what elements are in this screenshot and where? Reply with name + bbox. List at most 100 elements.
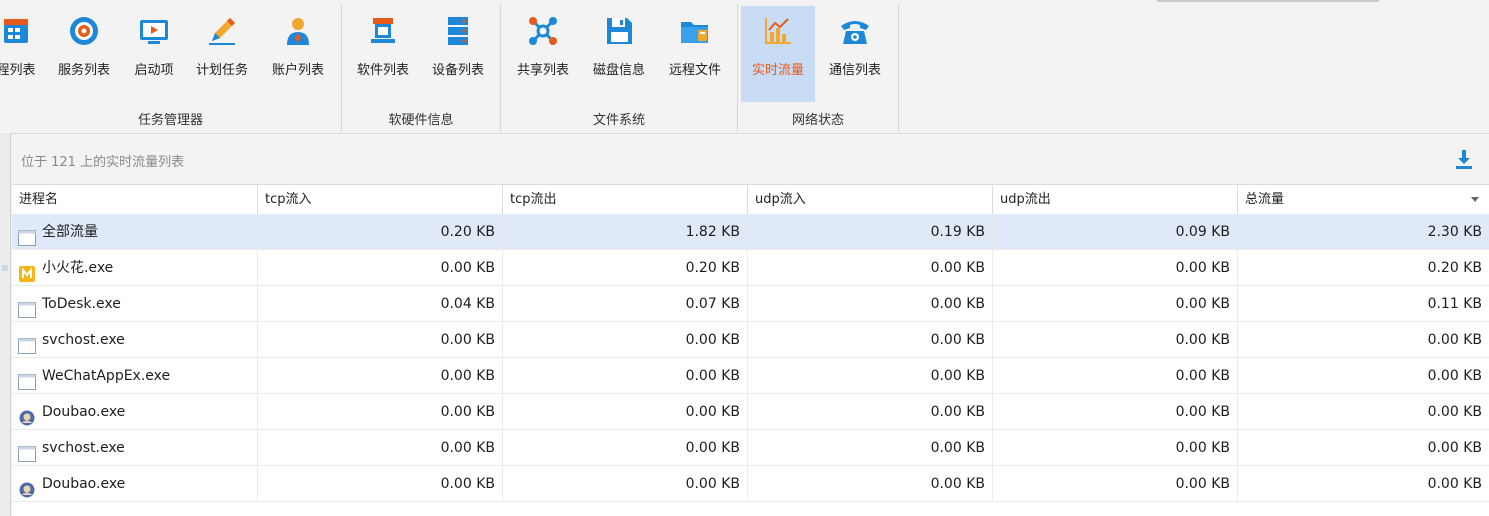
col-header-total[interactable]: 总流量 xyxy=(1238,185,1489,214)
cell-udp-in: 0.00 KB xyxy=(748,358,993,394)
cell-udp-out: 0.00 KB xyxy=(993,394,1238,430)
table-row[interactable]: svchost.exe 0.00 KB 0.00 KB 0.00 KB 0.00 KB 0… xyxy=(12,430,1489,466)
panel-header: 位于 121 上的实时流量列表 xyxy=(12,134,1489,184)
col-header-tcp-in[interactable]: tcp流入 xyxy=(258,185,503,214)
process-name: ToDesk.exe xyxy=(42,296,121,312)
services-label: 服务列表 xyxy=(57,63,110,78)
window-icon xyxy=(18,368,36,390)
disk-info-button[interactable]: 磁盘信息 xyxy=(583,6,655,102)
table-row[interactable]: svchost.exe 0.00 KB 0.00 KB 0.00 KB 0.00 KB 0… xyxy=(12,322,1489,358)
col-header-udp-out[interactable]: udp流出 xyxy=(993,185,1238,214)
traffic-panel: 位于 121 上的实时流量列表 进程名 tcp流入 tcp流出 udp流入 ud… xyxy=(12,134,1489,516)
process-name: 全部流量 xyxy=(42,224,98,240)
col-header-tcp-out[interactable]: tcp流出 xyxy=(503,185,748,214)
group-divider xyxy=(898,4,899,132)
cell-tcp-in: 0.00 KB xyxy=(258,466,503,502)
window-icon xyxy=(18,296,36,318)
services-icon xyxy=(67,14,101,48)
cell-tcp-in: 0.00 KB xyxy=(258,394,503,430)
process-name: svchost.exe xyxy=(42,332,125,348)
cell-tcp-out: 0.00 KB xyxy=(503,394,748,430)
cell-udp-out: 0.00 KB xyxy=(993,430,1238,466)
table-header: 进程名 tcp流入 tcp流出 udp流入 udp流出 总流量 xyxy=(12,184,1489,215)
remote-file-button[interactable]: 远程文件 xyxy=(659,6,731,102)
scheduled-task-button[interactable]: 计划任务 xyxy=(188,6,256,102)
traffic-chart-icon xyxy=(761,14,795,48)
cell-udp-in: 0.00 KB xyxy=(748,394,993,430)
ribbon-top-indicator xyxy=(1157,0,1379,2)
software-list-button[interactable]: 软件列表 xyxy=(348,6,418,102)
process-list-button[interactable]: 程列表 xyxy=(0,6,44,102)
software-icon xyxy=(366,14,400,48)
process-name: WeChatAppEx.exe xyxy=(42,368,171,384)
devices-icon xyxy=(441,14,475,48)
cell-udp-out: 0.00 KB xyxy=(993,466,1238,502)
device-list-label: 设备列表 xyxy=(431,63,484,78)
cell-total: 0.00 KB xyxy=(1427,440,1482,456)
connection-list-button[interactable]: 通信列表 xyxy=(820,6,890,102)
nav-marker xyxy=(2,265,8,271)
share-list-button[interactable]: 共享列表 xyxy=(507,6,579,102)
cell-total: 0.20 KB xyxy=(1427,260,1482,276)
disk-info-label: 磁盘信息 xyxy=(592,63,645,78)
share-icon xyxy=(526,14,560,48)
share-list-label: 共享列表 xyxy=(516,63,569,78)
table-row[interactable]: Doubao.exe 0.00 KB 0.00 KB 0.00 KB 0.00 KB 0.… xyxy=(12,394,1489,430)
connection-list-label: 通信列表 xyxy=(828,63,881,78)
cell-name: 小火花.exe xyxy=(12,250,258,286)
user-account-label: 账户列表 xyxy=(271,63,324,78)
group-label-file-system: 文件系统 xyxy=(592,113,645,128)
table-row[interactable]: 小火花.exe 0.00 KB 0.20 KB 0.00 KB 0.00 KB 0.20 … xyxy=(12,250,1489,286)
user-account-button[interactable]: 账户列表 xyxy=(262,6,334,102)
cell-total: 0.00 KB xyxy=(1427,404,1482,420)
table-row[interactable]: ToDesk.exe 0.04 KB 0.07 KB 0.00 KB 0.00 KB 0.… xyxy=(12,286,1489,322)
sort-desc-icon xyxy=(1471,197,1479,202)
cell-name: svchost.exe xyxy=(12,430,258,466)
ribbon-toolbar: 程列表 服务列表 启动项 计划任务 账户列表 任务管理器 软件列表 设备列表 软… xyxy=(0,0,1489,134)
cell-tcp-in: 0.00 KB xyxy=(258,358,503,394)
cell-udp-in: 0.00 KB xyxy=(748,286,993,322)
software-list-label: 软件列表 xyxy=(356,63,409,78)
services-button[interactable]: 服务列表 xyxy=(50,6,118,102)
group-file-system: 共享列表 磁盘信息 远程文件 文件系统 xyxy=(501,0,737,133)
device-list-button[interactable]: 设备列表 xyxy=(422,6,494,102)
col-header-process[interactable]: 进程名 xyxy=(12,185,258,214)
table-row[interactable]: 全部流量 0.20 KB 1.82 KB 0.19 KB 0.09 KB 2.30 KB xyxy=(12,214,1489,250)
cell-tcp-in: 0.00 KB xyxy=(258,322,503,358)
cell-tcp-in: 0.04 KB xyxy=(258,286,503,322)
download-icon xyxy=(1456,150,1472,169)
col-header-total-label: 总流量 xyxy=(1245,192,1285,207)
realtime-traffic-label: 实时流量 xyxy=(751,63,804,78)
cell-tcp-out: 0.20 KB xyxy=(503,250,748,286)
cell-tcp-in: 0.00 KB xyxy=(258,430,503,466)
disk-icon xyxy=(602,14,636,48)
cell-udp-out: 0.00 KB xyxy=(993,358,1238,394)
table-row[interactable]: Doubao.exe 0.00 KB 0.00 KB 0.00 KB 0.00 KB 0.… xyxy=(12,466,1489,502)
group-label-hw-sw-info: 软硬件信息 xyxy=(388,113,454,128)
cell-tcp-out: 1.82 KB xyxy=(503,214,748,250)
col-header-udp-in[interactable]: udp流入 xyxy=(748,185,993,214)
cell-tcp-out: 0.00 KB xyxy=(503,430,748,466)
download-button[interactable] xyxy=(1453,148,1475,170)
cell-udp-out: 0.00 KB xyxy=(993,322,1238,358)
cell-udp-out: 0.09 KB xyxy=(993,214,1238,250)
telephone-icon xyxy=(838,14,872,48)
cell-udp-in: 0.19 KB xyxy=(748,214,993,250)
cell-tcp-in: 0.20 KB xyxy=(258,214,503,250)
cell-name: svchost.exe xyxy=(12,322,258,358)
realtime-traffic-button[interactable]: 实时流量 xyxy=(741,6,815,102)
cell-total: 0.11 KB xyxy=(1427,296,1482,312)
doubao-avatar-icon xyxy=(18,476,36,498)
cell-udp-in: 0.00 KB xyxy=(748,322,993,358)
group-task-manager: 程列表 服务列表 启动项 计划任务 账户列表 任务管理器 xyxy=(0,0,341,133)
table-row[interactable]: WeChatAppEx.exe 0.00 KB 0.00 KB 0.00 KB 0.00… xyxy=(12,358,1489,394)
startup-button[interactable]: 启动项 xyxy=(124,6,184,102)
window-icon xyxy=(18,224,36,246)
cell-name: 全部流量 xyxy=(12,214,258,250)
group-label-network-status: 网络状态 xyxy=(791,113,844,128)
cell-total: 0.00 KB xyxy=(1427,476,1482,492)
remote-folder-icon xyxy=(678,14,712,48)
cell-name: Doubao.exe xyxy=(12,466,258,502)
left-nav-collapsed[interactable] xyxy=(0,133,11,516)
spark-app-icon xyxy=(18,260,36,282)
